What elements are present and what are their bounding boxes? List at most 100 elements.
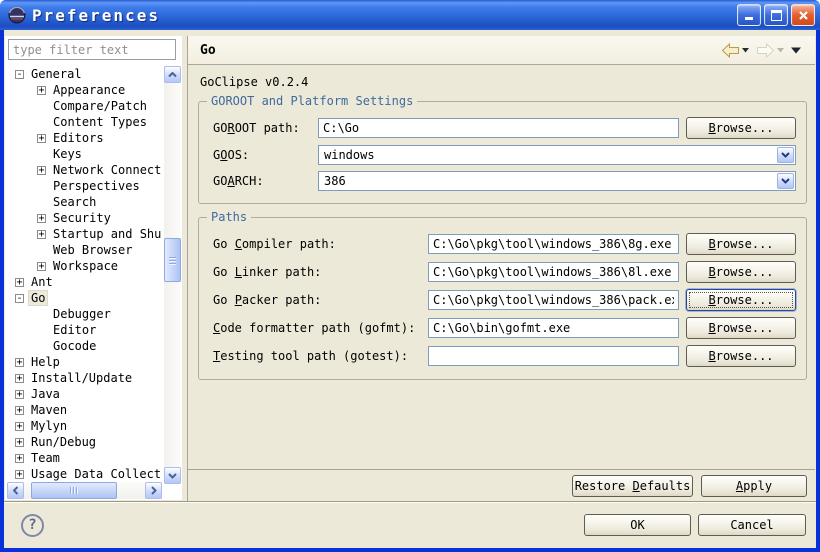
back-button[interactable] [719,42,751,59]
help-button[interactable]: ? [21,514,44,537]
tree-item-general[interactable]: -General [7,66,162,82]
history-nav [719,42,803,59]
expand-icon[interactable]: + [15,374,24,383]
expand-icon[interactable]: + [15,406,24,415]
goarch-row: GOARCH: 386 [213,171,796,191]
tree-item-search[interactable]: Search [7,194,162,210]
tree-item-compare-patch[interactable]: Compare/Patch [7,98,162,114]
tree-item-run-debug[interactable]: +Run/Debug [7,434,162,450]
expand-icon[interactable]: + [15,470,24,479]
tree-item-ant[interactable]: + Ant [7,274,162,290]
tree-item-perspectives[interactable]: Perspectives [7,178,162,194]
tree-item-label: Web Browser [51,243,134,257]
tree-item-label: Appearance [51,83,127,97]
tree-item-startup-and-shu[interactable]: +Startup and Shu [7,226,162,242]
sidebar: -General + AppearanceCompare/PatchContent … [5,36,182,500]
linker-path-input[interactable] [428,262,679,282]
goarch-select[interactable]: 386 [318,171,796,191]
browse-button-goroot[interactable]: Browse... [686,117,796,139]
tree-item-mylyn[interactable]: +Mylyn [7,418,162,434]
tree-item-network-connect[interactable]: +Network Connect [7,162,162,178]
tree-item-help[interactable]: +Help [7,354,162,370]
tree-item-label: Workspace [51,259,120,273]
close-button[interactable] [791,4,815,26]
collapse-icon[interactable]: - [15,70,24,79]
vertical-scroll-thumb[interactable] [164,238,181,282]
tree-item-content-types[interactable]: Content Types [7,114,162,130]
expand-icon[interactable]: + [37,134,46,143]
browse-button-compiler[interactable]: Browse... [686,233,796,255]
goroot-path-input[interactable] [318,118,679,138]
goos-dropdown-button[interactable] [777,147,794,163]
expand-icon[interactable]: + [37,230,46,239]
formatter-path-input[interactable] [428,318,679,338]
tree-item-java[interactable]: + Java [7,386,162,402]
tree-item-debugger[interactable]: Debugger [7,306,162,322]
expand-icon[interactable]: + [37,166,46,175]
collapse-icon[interactable]: - [15,294,24,303]
view-menu-icon [791,47,801,54]
browse-button-packer[interactable]: Browse... [686,289,796,311]
tree-vertical-scrollbar[interactable] [164,66,181,484]
tree-item-install-update[interactable]: +Install/Update [7,370,162,386]
paths-group-title: Paths [207,210,251,224]
tree-item-label: Editors [51,131,106,145]
expand-icon[interactable]: + [15,390,24,399]
cancel-button[interactable]: Cancel [698,514,806,536]
back-arrow-icon [721,43,740,58]
expand-icon[interactable]: + [37,262,46,271]
tree-item-label: Ant [29,275,55,289]
dialog-footer: ? OK Cancel [4,501,816,548]
horizontal-scroll-thumb[interactable] [31,482,117,499]
view-menu-button[interactable] [789,46,803,55]
goos-label: GOOS: [213,148,311,162]
tree-item-keys[interactable]: Keys [7,146,162,162]
page-actions: Restore Defaults Apply [188,470,815,501]
maximize-button[interactable] [764,4,788,26]
tree-item-editor[interactable]: Editor [7,322,162,338]
tree-item-editors[interactable]: + Editors [7,130,162,146]
browse-button-testing[interactable]: Browse... [686,345,796,367]
tree-item-appearance[interactable]: + Appearance [7,82,162,98]
eclipse-icon [8,6,26,24]
tree-item-team[interactable]: +Team [7,450,162,466]
ok-button[interactable]: OK [584,514,691,536]
restore-defaults-button[interactable]: Restore Defaults [572,475,693,497]
tree-item-usage-data-collect[interactable]: +Usage Data Collect [7,466,162,482]
tree-item-label: Java [29,387,62,401]
apply-button[interactable]: Apply [701,475,807,497]
tree-horizontal-scrollbar[interactable] [7,482,162,499]
forward-button[interactable] [754,42,786,59]
minimize-button[interactable] [737,4,761,26]
scroll-up-button[interactable] [164,66,181,83]
expand-icon[interactable]: + [37,214,46,223]
chevron-down-icon [781,178,790,184]
testing-path-input[interactable] [428,346,679,366]
scroll-right-button[interactable] [145,482,162,499]
expand-icon[interactable]: + [15,358,24,367]
packer-path-input[interactable] [428,290,679,310]
goarch-dropdown-button[interactable] [777,173,794,189]
expand-icon[interactable]: + [15,422,24,431]
tree-item-workspace[interactable]: + Workspace [7,258,162,274]
tree-item-maven[interactable]: +Maven [7,402,162,418]
scroll-left-button[interactable] [7,482,24,499]
expand-icon[interactable]: + [15,278,24,287]
filter-input[interactable] [8,39,176,60]
expand-icon[interactable]: + [37,86,46,95]
scroll-down-button[interactable] [164,467,181,484]
tree-item-web-browser[interactable]: Web Browser [7,242,162,258]
tree-item-go[interactable]: -Go [7,290,162,306]
compiler-path-input[interactable] [428,234,679,254]
tree-item-gocode[interactable]: Gocode [7,338,162,354]
tree-item-security[interactable]: +Security [7,210,162,226]
expand-icon[interactable]: + [15,454,24,463]
expand-icon[interactable]: + [15,438,24,447]
browse-button-formatter[interactable]: Browse... [686,317,796,339]
browse-button-linker[interactable]: Browse... [686,261,796,283]
page-header: Go [188,36,815,65]
goos-select[interactable]: windows [318,145,796,165]
close-icon [798,10,809,21]
title-bar[interactable]: Preferences [0,0,820,30]
linker-path-label: Go Linker path: [213,265,421,279]
